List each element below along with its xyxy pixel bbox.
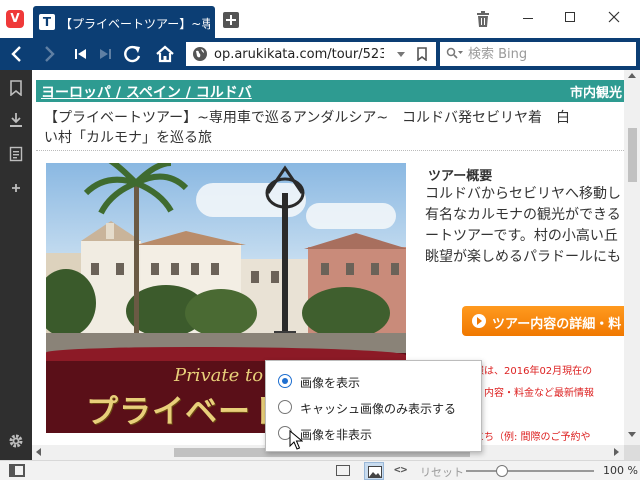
notes-panel-icon[interactable]	[8, 146, 24, 162]
breadcrumb-links[interactable]: ヨーロッパ / スペイン / コルドバ	[41, 82, 252, 102]
forward-icon[interactable]	[38, 44, 60, 64]
scroll-left-icon[interactable]	[36, 448, 41, 456]
image-toggle-button[interactable]	[364, 462, 384, 480]
overview-line: ートツアーです。村の小高い丘	[425, 228, 618, 244]
radio-show-images[interactable]	[278, 374, 292, 388]
zoom-slider[interactable]	[466, 470, 594, 472]
divider	[36, 150, 624, 151]
overview-title: ツアー概要	[428, 169, 493, 184]
tour-details-button[interactable]: ツアー内容の詳細・料	[462, 306, 624, 336]
add-panel-icon[interactable]	[8, 180, 24, 196]
back-icon[interactable]	[6, 44, 28, 64]
page-tiling-icon[interactable]	[336, 465, 350, 476]
zoom-level: 100 %	[603, 464, 638, 477]
vertical-scroll-thumb[interactable]	[628, 128, 637, 182]
overview-line: 有名なカルモナの観光ができる	[425, 207, 621, 223]
new-tab-icon[interactable]	[223, 12, 239, 28]
address-bar: op.arukikata.com/tour/523...	[0, 38, 640, 70]
image-icon	[368, 466, 382, 478]
url-text[interactable]: op.arukikata.com/tour/523...	[214, 47, 384, 62]
rewind-icon[interactable]	[70, 44, 92, 64]
settings-gear-icon[interactable]	[8, 433, 24, 449]
globe-icon[interactable]	[192, 46, 208, 62]
tab-favicon-icon: T	[39, 14, 55, 30]
option-show-images[interactable]: 画像を表示	[278, 371, 478, 391]
search-input[interactable]	[468, 45, 628, 63]
breadcrumb: ヨーロッパ / スペイン / コルドバ 市内観光	[36, 80, 624, 102]
bookmarks-panel-icon[interactable]	[8, 80, 24, 96]
arrow-right-icon	[472, 314, 486, 328]
category-label: 市内観光	[570, 86, 623, 101]
url-field[interactable]: op.arukikata.com/tour/523...	[186, 42, 436, 66]
option-label: 画像を非表示	[300, 428, 373, 442]
search-field[interactable]	[440, 42, 636, 66]
minimize-icon[interactable]	[508, 4, 548, 30]
search-icon	[446, 47, 463, 59]
overview-line: コルドバからセビリヤへ移動し	[425, 186, 621, 202]
photo-caption-english: Private to	[174, 365, 264, 386]
panel-toggle-icon[interactable]	[9, 464, 25, 477]
option-cached-images-only[interactable]: キャッシュ画像のみ表示する	[278, 397, 478, 417]
status-bar: <> リセット 100 %	[0, 460, 640, 480]
option-label: 画像を表示	[300, 376, 361, 390]
scroll-right-icon[interactable]	[614, 448, 619, 456]
photo-caption-japanese: プライベート	[86, 392, 285, 430]
radio-cached-images-only[interactable]	[278, 400, 292, 414]
vivaldi-menu-icon[interactable]	[6, 10, 24, 28]
page-actions-icon[interactable]: <>	[394, 463, 407, 476]
side-panel	[0, 70, 32, 460]
close-icon[interactable]	[594, 4, 634, 30]
tab-bar: T 【プライベートツアー】~専用車	[0, 0, 640, 38]
page-title: 【プライベートツアー】~専用車で巡るアンダルシア~ コルドバ発セビリヤ着 白い村…	[44, 110, 571, 146]
mouse-cursor-icon	[289, 430, 303, 450]
zoom-slider-handle[interactable]	[496, 465, 508, 477]
scroll-down-icon[interactable]	[628, 432, 636, 437]
option-hide-images[interactable]: 画像を非表示	[278, 423, 478, 443]
bookmark-icon[interactable]	[416, 47, 428, 61]
fast-forward-icon[interactable]	[94, 44, 116, 64]
zoom-reset-button[interactable]: リセット	[420, 464, 464, 480]
overview-text: コルドバからセビリヤへ移動し 有名なカルモナの観光ができる ートツアーです。村の…	[425, 184, 624, 268]
active-tab[interactable]: T 【プライベートツアー】~専用車	[33, 6, 215, 38]
scroll-up-icon[interactable]	[628, 73, 636, 78]
tab-title: 【プライベートツアー】~専用車	[60, 17, 210, 31]
downloads-panel-icon[interactable]	[8, 112, 24, 128]
trash-icon[interactable]	[476, 11, 490, 27]
vertical-scrollbar[interactable]	[624, 70, 640, 445]
reload-icon[interactable]	[122, 44, 144, 64]
chevron-down-icon[interactable]	[395, 48, 407, 60]
tour-details-label: ツアー内容の詳細・料	[492, 317, 622, 332]
scrollbar-corner	[624, 445, 640, 460]
home-icon[interactable]	[154, 44, 176, 64]
overview-line: 眺望が楽しめるパラドールにも	[425, 249, 621, 265]
option-label: キャッシュ画像のみ表示する	[300, 402, 457, 416]
maximize-icon[interactable]	[550, 4, 590, 30]
